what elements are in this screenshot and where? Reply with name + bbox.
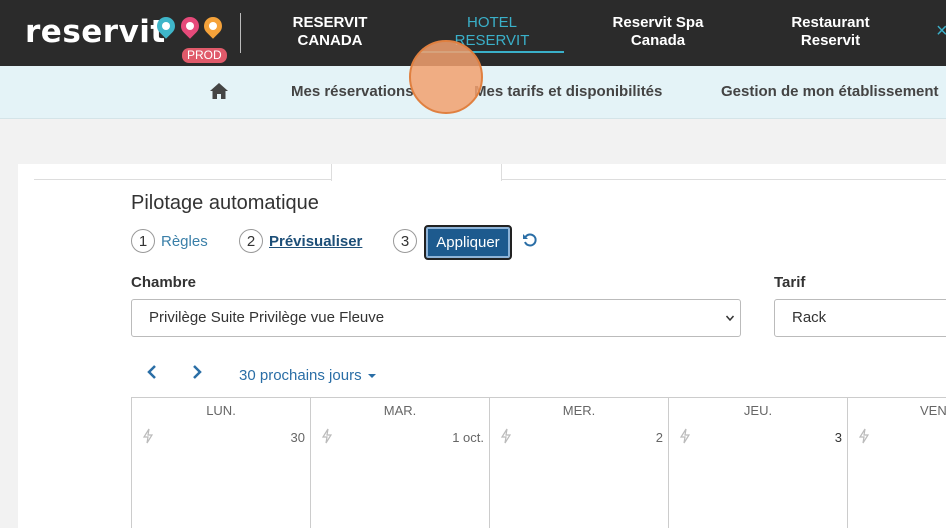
- previous-period-button[interactable]: [146, 364, 158, 385]
- calendar-day[interactable]: MAR. 1 oct.: [311, 398, 490, 528]
- day-date: 1 oct.: [452, 430, 484, 445]
- day-date: 30: [290, 430, 305, 445]
- step-previsualiser[interactable]: 2 Prévisualiser: [239, 229, 362, 253]
- reservit-logo[interactable]: reservit: [25, 14, 166, 50]
- chevron-right-icon: [193, 365, 202, 379]
- step-number: 3: [393, 229, 417, 253]
- day-date: 2: [655, 430, 663, 445]
- lightning-icon: [142, 428, 154, 444]
- nav-label-line: CANADA: [297, 32, 363, 49]
- nav-label-line: Canada: [630, 32, 686, 49]
- page-title: Pilotage automatique: [131, 192, 319, 214]
- range-label: 30 prochains jours: [239, 367, 362, 384]
- step-number: 1: [131, 229, 155, 253]
- range-dropdown[interactable]: 30 prochains jours: [239, 367, 376, 384]
- room-select-value: Privilège Suite Privilège vue Fleuve: [149, 309, 385, 326]
- step-appliquer: 3: [393, 229, 417, 253]
- nav-label-line: RESERVIT: [292, 14, 368, 31]
- day-name: JEU.: [743, 403, 773, 418]
- chevron-down-icon: [726, 315, 734, 322]
- nav-reservit-spa-canada[interactable]: Reservit Spa Canada: [612, 14, 704, 50]
- click-indicator: [409, 40, 483, 114]
- map-pin-icon: [177, 13, 203, 39]
- undo-icon[interactable]: [522, 232, 538, 248]
- step-label: Prévisualiser: [269, 232, 363, 250]
- nav-label-line: Reservit: [800, 32, 861, 49]
- nav-restaurant-reservit[interactable]: Restaurant Reservit: [783, 14, 878, 50]
- map-pin-icon: [200, 13, 226, 39]
- calendar-day[interactable]: JEU. 3: [669, 398, 848, 528]
- day-name: MER.: [562, 403, 596, 418]
- subnav-mes-reservations[interactable]: Mes réservations: [291, 83, 414, 100]
- chevron-left-icon: [147, 365, 156, 379]
- main-panel: Pilotage automatique 1 Règles 2 Prévisua…: [18, 164, 946, 528]
- room-label: Chambre: [131, 274, 197, 291]
- day-name: MAR.: [383, 403, 417, 418]
- subnav-mes-tarifs[interactable]: Mes tarifs et disponibilités: [474, 83, 662, 100]
- apply-button[interactable]: Appliquer: [424, 225, 512, 260]
- environment-badge: PROD: [182, 48, 227, 63]
- home-icon[interactable]: [209, 82, 229, 100]
- subnav-gestion-etablissement[interactable]: Gestion de mon établissement: [721, 83, 939, 100]
- close-icon[interactable]: ×: [936, 20, 946, 43]
- step-label: Règles: [161, 232, 208, 250]
- step-regles[interactable]: 1 Règles: [131, 229, 208, 253]
- tab-active[interactable]: [331, 164, 502, 181]
- calendar-grid: LUN. 30 MAR. 1 oct. MER. 2 JEU. 3 VEN: [131, 397, 946, 528]
- room-select[interactable]: Privilège Suite Privilège vue Fleuve: [131, 299, 741, 337]
- day-name: LUN.: [206, 403, 236, 418]
- caret-down-icon: [367, 374, 376, 379]
- calendar-day[interactable]: LUN. 30: [132, 398, 311, 528]
- day-name: VEN: [920, 403, 946, 418]
- rate-label: Tarif: [774, 274, 806, 291]
- lightning-icon: [858, 428, 870, 444]
- nav-label-line: Restaurant: [791, 14, 870, 31]
- day-date: 3: [834, 430, 842, 445]
- lightning-icon: [321, 428, 333, 444]
- divider: [240, 13, 241, 53]
- lightning-icon: [500, 428, 512, 444]
- next-period-button[interactable]: [191, 364, 203, 385]
- nav-label-line: HOTEL: [466, 14, 517, 31]
- calendar-day[interactable]: MER. 2: [490, 398, 669, 528]
- rate-select[interactable]: Rack: [774, 299, 946, 337]
- calendar-day[interactable]: VEN: [848, 398, 946, 528]
- step-number: 2: [239, 229, 263, 253]
- rate-select-value: Rack: [792, 309, 827, 326]
- lightning-icon: [679, 428, 691, 444]
- nav-label-line: Reservit Spa: [612, 14, 704, 31]
- nav-reservit-canada[interactable]: RESERVIT CANADA: [288, 14, 372, 50]
